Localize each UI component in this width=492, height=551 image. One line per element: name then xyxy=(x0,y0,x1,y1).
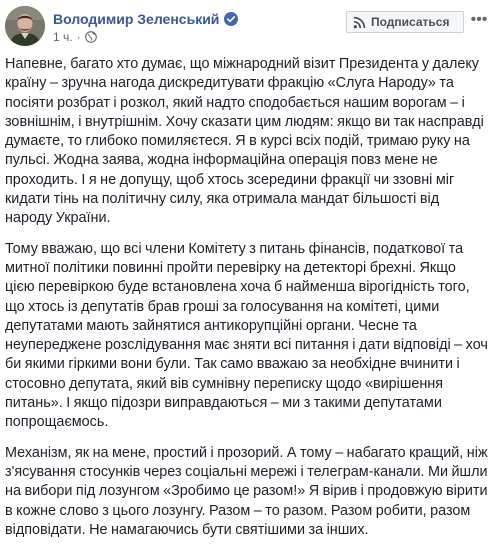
more-options-icon: ••• xyxy=(470,11,488,28)
post-paragraph-1: Напевне, багато хто думає, що міжнародни… xyxy=(5,56,484,227)
post-body: Напевне, багато хто думає, що міжнародни… xyxy=(5,55,488,551)
post-header: Володимир Зеленський 1 ч. · Подписаться … xyxy=(5,4,489,48)
meta-separator: · xyxy=(76,30,81,44)
subscribe-label: Подписаться xyxy=(371,15,450,29)
post-timestamp[interactable]: 1 ч. xyxy=(53,30,73,44)
author-avatar[interactable] xyxy=(5,6,45,46)
post-paragraph-3: Механізм, як на мене, простий і прозорий… xyxy=(5,444,488,538)
post-paragraph-2: Тому вважаю, що всі члени Комітету з пит… xyxy=(5,240,488,431)
globe-icon[interactable] xyxy=(84,31,97,43)
author-name-link[interactable]: Володимир Зеленський xyxy=(53,11,219,27)
verified-badge-icon xyxy=(224,12,239,26)
subscribe-button[interactable]: Подписаться xyxy=(346,11,464,33)
post-meta: 1 ч. · xyxy=(53,30,97,44)
author-row: Володимир Зеленський xyxy=(53,10,239,28)
avatar-photo-icon xyxy=(5,6,45,46)
facebook-post: Володимир Зеленський 1 ч. · Подписаться … xyxy=(0,0,492,538)
more-options-button[interactable]: ••• xyxy=(470,10,488,30)
rss-icon xyxy=(353,16,366,29)
